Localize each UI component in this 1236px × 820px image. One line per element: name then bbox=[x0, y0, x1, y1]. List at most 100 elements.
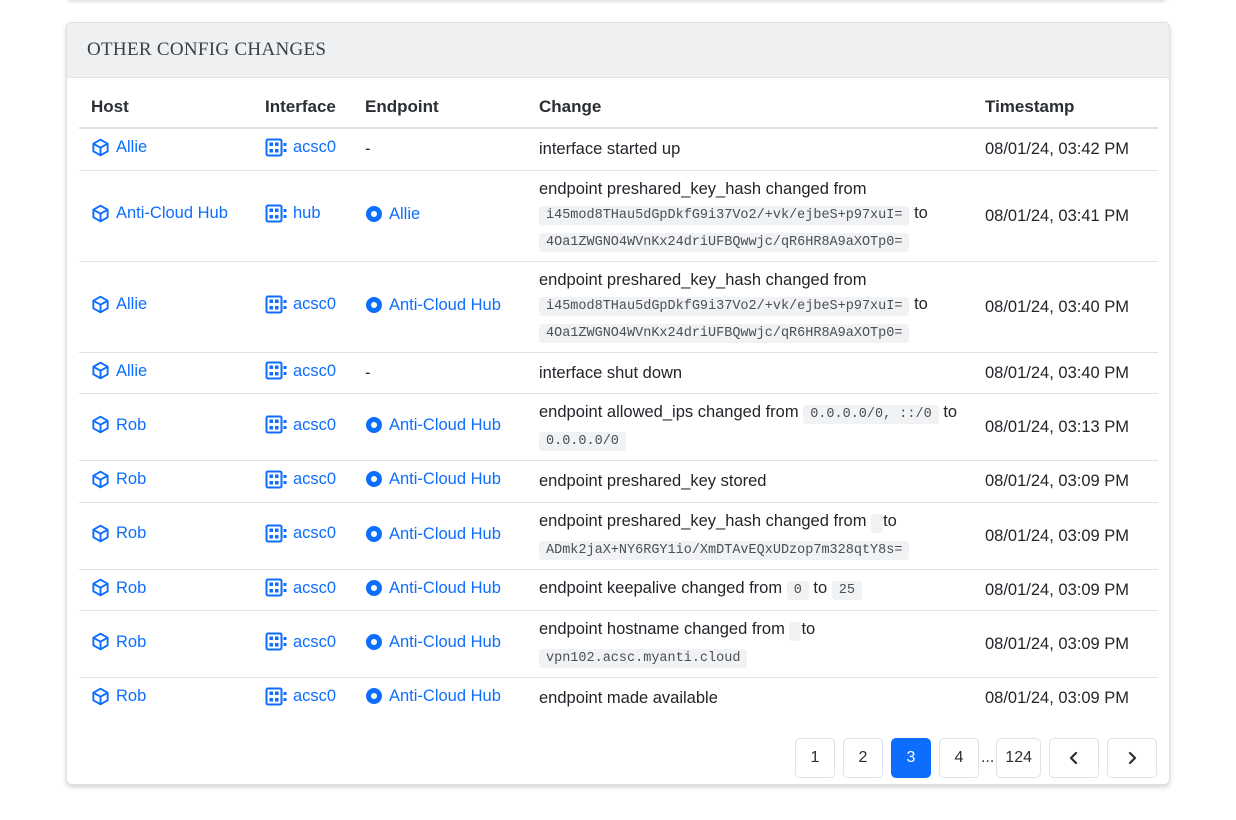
endpoint-link[interactable]: Anti-Cloud Hub bbox=[365, 684, 501, 708]
table-row: Rob acsc0 Anti-Cloud Hub endpoint made avai… bbox=[79, 678, 1158, 719]
change-from-value bbox=[789, 622, 802, 641]
host-link[interactable]: Allie bbox=[91, 135, 147, 159]
cell-endpoint: Anti-Cloud Hub bbox=[353, 502, 527, 570]
network-interface-icon bbox=[265, 361, 287, 380]
interface-link[interactable]: acsc0 bbox=[265, 576, 336, 600]
column-header-interface[interactable]: Interface bbox=[253, 87, 353, 129]
cube-icon bbox=[92, 295, 109, 313]
network-interface-icon bbox=[265, 295, 287, 314]
change-to-word: to bbox=[813, 579, 828, 598]
cell-change: endpoint made available bbox=[527, 678, 973, 719]
endpoint-link[interactable]: Anti-Cloud Hub bbox=[365, 630, 501, 654]
endpoint-link[interactable]: Anti-Cloud Hub bbox=[365, 413, 501, 437]
cell-change: endpoint preshared_key_hash changed from… bbox=[527, 261, 973, 353]
previous-page-button[interactable] bbox=[1049, 738, 1099, 778]
host-link[interactable]: Rob bbox=[91, 413, 146, 437]
interface-link[interactable]: acsc0 bbox=[265, 292, 336, 316]
endpoint-dot-icon bbox=[366, 417, 382, 433]
endpoint-name: Anti-Cloud Hub bbox=[389, 470, 501, 489]
endpoint-name: Anti-Cloud Hub bbox=[389, 633, 501, 651]
interface-link[interactable]: hub bbox=[265, 201, 321, 225]
host-link[interactable]: Rob bbox=[91, 576, 146, 600]
interface-link[interactable]: acsc0 bbox=[265, 630, 336, 654]
endpoint-name: Anti-Cloud Hub bbox=[389, 687, 501, 706]
host-link[interactable]: Rob bbox=[91, 467, 146, 491]
interface-name: acsc0 bbox=[293, 687, 337, 705]
cell-timestamp: 08/01/24, 03:09 PM bbox=[973, 610, 1158, 678]
config-changes-table: Host Interface Endpoint Change Timestamp… bbox=[79, 87, 1158, 719]
endpoint-link[interactable]: Anti-Cloud Hub bbox=[365, 522, 501, 546]
endpoint-dot-icon bbox=[366, 634, 382, 650]
change-text: interface shut down bbox=[539, 363, 683, 382]
host-name: Rob bbox=[116, 415, 147, 434]
endpoint-dot-icon bbox=[366, 205, 382, 222]
cell-endpoint: Anti-Cloud Hub bbox=[353, 569, 527, 611]
change-text: endpoint keepalive changed from bbox=[539, 579, 783, 598]
network-interface-icon bbox=[265, 138, 287, 156]
cell-change: interface shut down bbox=[527, 352, 973, 394]
cube-icon bbox=[92, 524, 109, 542]
host-name: Allie bbox=[116, 295, 148, 314]
endpoint-link[interactable]: Anti-Cloud Hub bbox=[365, 293, 501, 317]
interface-link[interactable]: acsc0 bbox=[265, 467, 336, 491]
interface-name: acsc0 bbox=[293, 415, 337, 434]
change-text: endpoint hostname changed from bbox=[539, 620, 785, 638]
card-title: OTHER CONFIG CHANGES bbox=[87, 39, 327, 60]
cell-interface: acsc0 bbox=[253, 352, 353, 394]
endpoint-none: - bbox=[365, 363, 371, 382]
page-last-button[interactable]: 124 bbox=[996, 738, 1041, 778]
interface-link[interactable]: acsc0 bbox=[265, 359, 336, 383]
change-text: interface started up bbox=[539, 140, 681, 159]
chevron-left-icon bbox=[1069, 751, 1078, 765]
host-link[interactable]: Rob bbox=[91, 521, 146, 545]
pagination: 1 2 3 4 ... 124 bbox=[787, 738, 1157, 778]
cell-endpoint: - bbox=[353, 352, 527, 394]
column-header-endpoint[interactable]: Endpoint bbox=[353, 87, 527, 129]
cell-host: Rob bbox=[79, 460, 253, 503]
host-link[interactable]: Rob bbox=[91, 684, 146, 708]
interface-link[interactable]: acsc0 bbox=[265, 684, 336, 708]
table-row: Rob acsc0 Anti-Cloud Hub endpoint allowed_i… bbox=[79, 393, 1158, 461]
host-link[interactable]: Allie bbox=[91, 292, 147, 316]
interface-link[interactable]: acsc0 bbox=[265, 413, 336, 437]
cell-interface: acsc0 bbox=[253, 610, 353, 678]
cell-change: endpoint keepalive changed from 0 to 25 bbox=[527, 569, 973, 611]
change-to-value: 4Oa1ZWGNO4WVnKx24driUFBQwwjc/qR6HR8A9aXO… bbox=[539, 232, 910, 252]
column-header-change[interactable]: Change bbox=[527, 87, 973, 129]
endpoint-dot-icon bbox=[366, 688, 382, 705]
change-from-value: 0.0.0.0/0, ::/0 bbox=[803, 405, 939, 424]
host-link[interactable]: Allie bbox=[91, 359, 147, 383]
cube-icon bbox=[92, 361, 109, 380]
table-row: Allie acsc0 - interface shut down 08/01/24, … bbox=[79, 352, 1158, 394]
interface-name: acsc0 bbox=[293, 524, 337, 543]
host-link[interactable]: Rob bbox=[91, 630, 146, 654]
change-to-value: vpn102.acsc.myanti.cloud bbox=[539, 649, 748, 668]
cell-change: interface started up bbox=[527, 128, 973, 171]
interface-name: acsc0 bbox=[293, 632, 337, 651]
page-4-button[interactable]: 4 bbox=[938, 738, 979, 778]
change-to-word: to bbox=[914, 203, 928, 222]
cell-endpoint: Anti-Cloud Hub bbox=[353, 393, 527, 461]
cell-host: Rob bbox=[79, 610, 253, 678]
host-link[interactable]: Anti-Cloud Hub bbox=[91, 201, 228, 225]
endpoint-name: Anti-Cloud Hub bbox=[389, 416, 501, 434]
page-3-button[interactable]: 3 bbox=[890, 738, 931, 778]
endpoint-link[interactable]: Anti-Cloud Hub bbox=[365, 576, 501, 600]
table-row: Rob acsc0 Anti-Cloud Hub endpoint preshared… bbox=[79, 460, 1158, 503]
endpoint-link[interactable]: Allie bbox=[365, 202, 420, 226]
change-from-value: i45mod8THau5dGpDkfG9i37Vo2/+vk/ejbeS+p97… bbox=[539, 296, 910, 316]
column-header-host[interactable]: Host bbox=[79, 87, 253, 129]
cube-icon bbox=[92, 633, 109, 651]
interface-link[interactable]: acsc0 bbox=[265, 135, 336, 159]
column-header-timestamp[interactable]: Timestamp bbox=[973, 87, 1158, 129]
endpoint-link[interactable]: Anti-Cloud Hub bbox=[365, 467, 501, 491]
change-to-value: 0.0.0.0/0 bbox=[539, 432, 626, 451]
interface-name: acsc0 bbox=[293, 138, 337, 156]
interface-link[interactable]: acsc0 bbox=[265, 521, 336, 545]
page-1-button[interactable]: 1 bbox=[794, 738, 835, 778]
cell-host: Rob bbox=[79, 393, 253, 461]
change-text: endpoint allowed_ips changed from bbox=[539, 403, 799, 421]
cube-icon bbox=[92, 687, 109, 705]
page-2-button[interactable]: 2 bbox=[842, 738, 883, 778]
next-page-button[interactable] bbox=[1107, 738, 1157, 778]
